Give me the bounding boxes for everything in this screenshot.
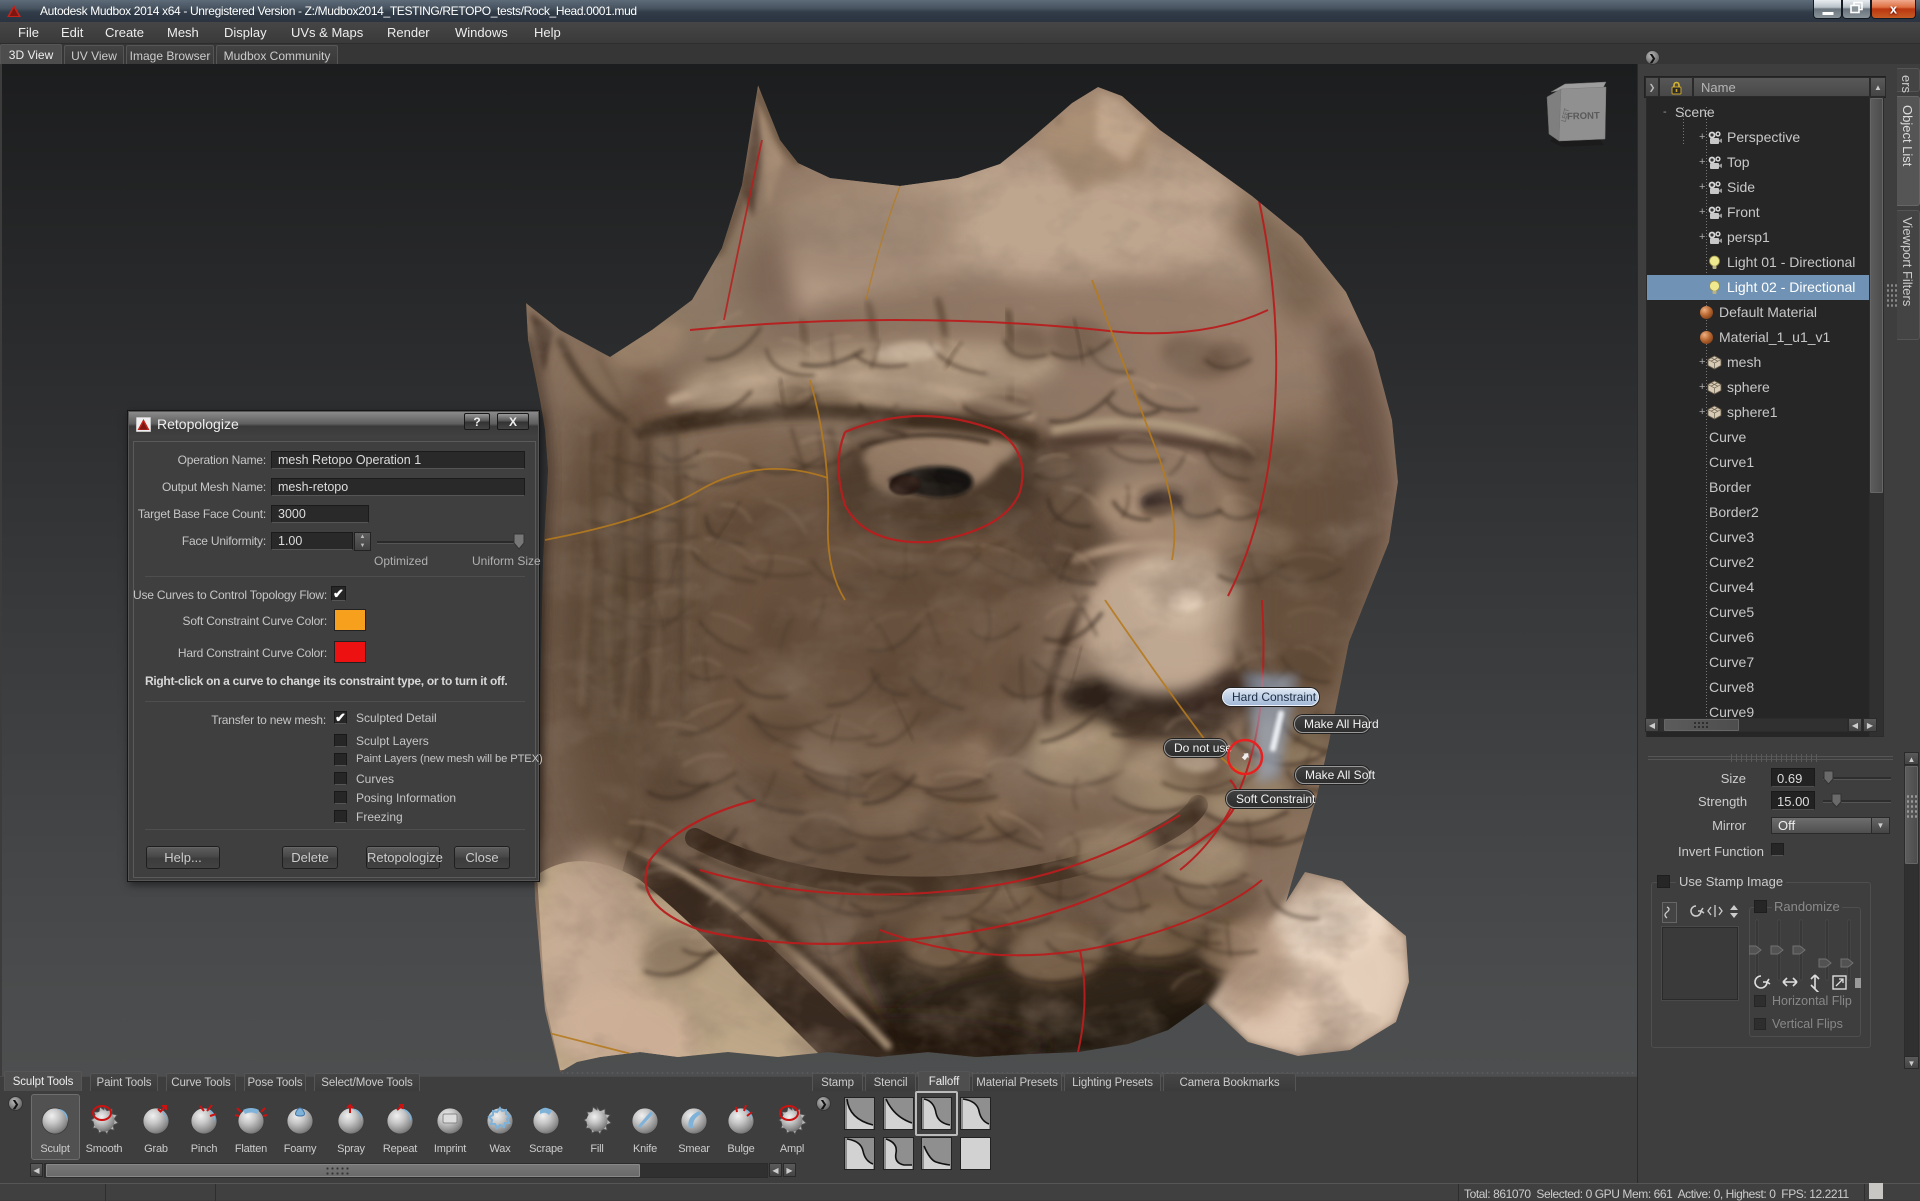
svg-text:FRONT: FRONT [1567, 111, 1600, 123]
